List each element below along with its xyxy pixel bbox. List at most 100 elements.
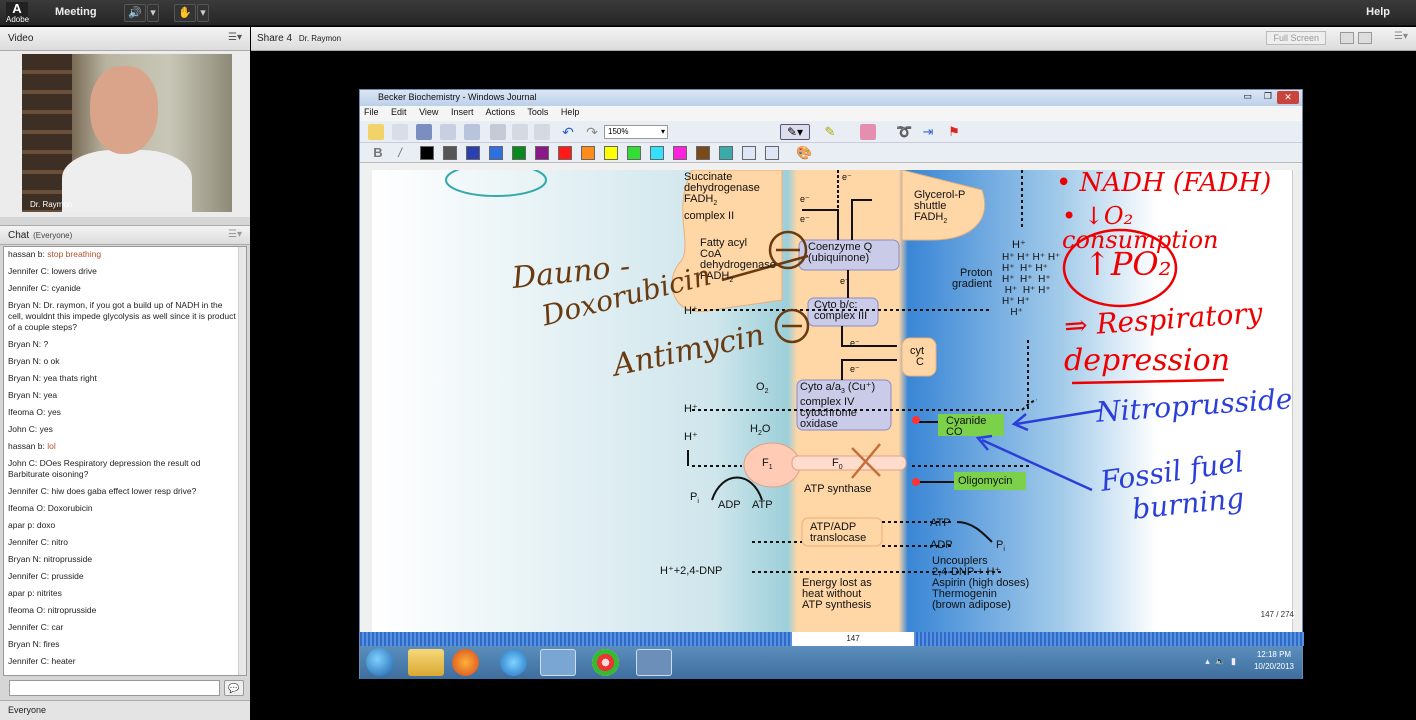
- chat-message-user: Bryan N:: [8, 356, 42, 366]
- chat-message-text: hiw does gaba effect lower resp drive?: [51, 486, 197, 496]
- zoom-dropdown-icon: ▾: [660, 127, 665, 136]
- pen-color-swatch[interactable]: [604, 146, 618, 160]
- chat-message: apar p: nitrites: [8, 588, 236, 599]
- menu-insert[interactable]: Insert: [451, 107, 474, 117]
- chat-log[interactable]: hassan b: stop breathing Jennifer C: lowe…: [3, 246, 247, 676]
- chat-message-user: apar p:: [8, 588, 35, 598]
- firefox-taskbar-icon[interactable]: [452, 649, 479, 676]
- pen-color-swatch[interactable]: [742, 146, 756, 160]
- chat-input[interactable]: [9, 680, 220, 696]
- chat-message: Bryan N: Dr. raymon, if you got a build …: [8, 300, 236, 333]
- lasso-icon[interactable]: ➰: [896, 124, 912, 140]
- pen-color-swatch[interactable]: [581, 146, 595, 160]
- start-button-icon[interactable]: [366, 648, 394, 676]
- f0-label: F0: [832, 457, 843, 472]
- save-icon[interactable]: [416, 124, 432, 140]
- redo-icon[interactable]: ↷: [584, 124, 600, 140]
- undo-icon[interactable]: ↶: [560, 124, 576, 140]
- meeting-menu[interactable]: Meeting: [55, 6, 97, 18]
- e-minus-5: e⁻: [850, 338, 860, 348]
- pen-icon[interactable]: ✎▾: [780, 124, 810, 140]
- pod-menu-icon[interactable]: ☰▾: [228, 32, 242, 43]
- volume-icon[interactable]: 🔈: [1215, 656, 1226, 666]
- status-dropdown-icon[interactable]: ▾: [197, 4, 209, 22]
- find-icon[interactable]: [464, 124, 480, 140]
- pen-color-swatch[interactable]: [489, 146, 503, 160]
- pen-color-swatch[interactable]: [512, 146, 526, 160]
- ie-taskbar-icon[interactable]: [500, 649, 527, 676]
- e-minus-4: e⁻: [840, 276, 850, 286]
- new-note-icon[interactable]: [368, 124, 384, 140]
- journal-page[interactable]: Succinate dehydrogenase FADH2 complex II Gl…: [372, 170, 1296, 632]
- pen-color-swatch[interactable]: [627, 146, 641, 160]
- eraser-icon[interactable]: [860, 124, 876, 140]
- pen-color-swatch[interactable]: [535, 146, 549, 160]
- flag-icon[interactable]: ⚑: [946, 124, 962, 140]
- menu-help[interactable]: Help: [561, 107, 580, 117]
- taskbar-clock[interactable]: 12:18 PM 10/20/2013: [1254, 649, 1294, 673]
- print-icon[interactable]: [440, 124, 456, 140]
- insert-space-icon[interactable]: ⇥: [920, 124, 936, 140]
- menu-edit[interactable]: Edit: [391, 107, 407, 117]
- cut-icon[interactable]: [490, 124, 506, 140]
- layout-icon-2[interactable]: [1358, 32, 1372, 44]
- chat-message: hassan b: lol: [8, 441, 236, 452]
- chat-send-button[interactable]: 💬: [224, 680, 244, 696]
- chat-message: Ifeoma O: nitroprusside: [8, 605, 236, 616]
- app-taskbar-icon[interactable]: [636, 649, 672, 676]
- energy-lost-label: Energy lost as heat without ATP synthesis: [802, 577, 872, 611]
- menu-tools[interactable]: Tools: [527, 107, 548, 117]
- webcam-feed: Dr. Raymon: [22, 54, 232, 212]
- chat-message: Bryan N: fires: [8, 639, 236, 650]
- journal-taskbar-icon[interactable]: [540, 649, 576, 676]
- network-icon[interactable]: ▮: [1231, 656, 1236, 666]
- pen-color-swatch[interactable]: [673, 146, 687, 160]
- restore-icon[interactable]: ❐: [1264, 91, 1272, 102]
- chat-recipient-selector[interactable]: Everyone: [0, 700, 250, 720]
- cyanide-label: Cyanide CO: [946, 415, 987, 438]
- chat-message-user: Jennifer C:: [8, 622, 50, 632]
- pen-color-swatch[interactable]: [696, 146, 710, 160]
- explorer-taskbar-icon[interactable]: [408, 649, 444, 676]
- speaker-dropdown-icon[interactable]: ▾: [147, 4, 159, 22]
- pen-color-swatch[interactable]: [558, 146, 572, 160]
- atp-synthase-label: ATP synthase: [804, 483, 872, 495]
- menu-view[interactable]: View: [419, 107, 438, 117]
- color-wheel-icon[interactable]: 🎨: [796, 145, 812, 161]
- copy-icon[interactable]: [512, 124, 528, 140]
- pen-color-swatch[interactable]: [650, 146, 664, 160]
- raise-hand-icon[interactable]: ✋: [174, 4, 196, 22]
- chat-menu-icon[interactable]: ☰▾: [228, 229, 242, 240]
- translocase-label: ATP/ADP translocase: [810, 521, 867, 544]
- pen-color-swatch[interactable]: [719, 146, 733, 160]
- journal-vertical-scrollbar[interactable]: [1292, 170, 1302, 632]
- full-screen-button[interactable]: Full Screen: [1266, 31, 1326, 45]
- pen-color-swatch[interactable]: [765, 146, 779, 160]
- pi-left-label: Pi: [690, 491, 699, 506]
- open-icon[interactable]: [392, 124, 408, 140]
- menu-file[interactable]: File: [364, 107, 379, 117]
- page-navigation-bar[interactable]: 147: [360, 632, 1304, 646]
- chat-message-user: hassan b:: [8, 441, 45, 451]
- pen-color-swatch[interactable]: [443, 146, 457, 160]
- chat-scrollbar[interactable]: [238, 247, 246, 675]
- share-menu-icon[interactable]: ☰▾: [1394, 31, 1408, 42]
- italic-icon[interactable]: /: [392, 145, 408, 161]
- highlighter-icon[interactable]: ✎: [822, 124, 838, 140]
- help-menu[interactable]: Help: [1366, 6, 1390, 18]
- chrome-taskbar-icon[interactable]: [592, 649, 619, 676]
- menu-actions[interactable]: Actions: [485, 107, 515, 117]
- pen-color-swatch[interactable]: [466, 146, 480, 160]
- zoom-select[interactable]: 150% ▾: [604, 125, 668, 139]
- minimize-icon[interactable]: ▭: [1243, 91, 1252, 102]
- layout-icon-1[interactable]: [1340, 32, 1354, 44]
- bold-icon[interactable]: B: [370, 145, 386, 161]
- speaker-icon[interactable]: 🔊: [124, 4, 146, 22]
- paste-icon[interactable]: [534, 124, 550, 140]
- close-icon[interactable]: ✕: [1277, 91, 1299, 104]
- chat-message: Jennifer C: hiw does gaba effect lower r…: [8, 486, 236, 497]
- pen-color-swatch[interactable]: [420, 146, 434, 160]
- tray-arrow-icon[interactable]: ▴: [1205, 656, 1210, 666]
- e-minus-3: e⁻: [800, 214, 810, 224]
- h-plus-cluster-2: H⁺ H⁺ H⁺ H⁺ H⁺ H⁺ H⁺ H⁺ H⁺ H⁺ H⁺ H⁺ H⁺ H⁺ H…: [1002, 252, 1061, 318]
